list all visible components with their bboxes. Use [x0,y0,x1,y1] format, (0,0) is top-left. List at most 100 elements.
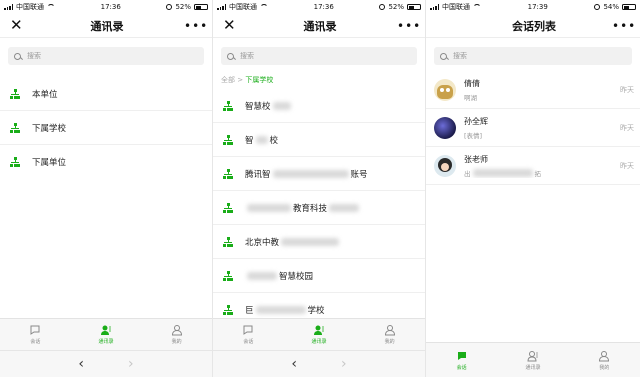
alarm-icon [166,4,173,10]
tab-label: 会话 [456,364,467,371]
search-input[interactable]: 搜索 [434,47,632,65]
chat-item[interactable]: 孙全辉 [表情] 昨天 [426,109,640,147]
school-name-start: 腾讯智 [245,169,271,180]
breadcrumb-separator: > [237,76,244,84]
browser-toolbar: ‹ › [213,350,425,377]
search-placeholder: 搜索 [27,52,41,60]
back-arrow-icon[interactable]: ‹ [78,356,84,372]
redacted-text [247,203,291,212]
redacted-text [272,101,291,110]
school-item[interactable]: 智校 [213,123,425,157]
org-item-sub-schools[interactable]: 下属学校 [0,111,212,145]
chat-last-message: 出拓 [464,168,612,178]
org-item-label: 下属学校 [32,123,67,134]
tab-label: 通讯录 [525,364,541,371]
status-bar: 中国联通 17:36 52% [0,0,212,14]
signal-icon [430,4,439,10]
search-input[interactable]: 搜索 [8,47,204,65]
signal-icon [4,4,13,10]
page-title: 通讯录 [90,19,124,33]
tab-contacts[interactable]: 通讯录 [71,319,142,350]
breadcrumb: 全部 > 下属学校 [213,71,425,89]
chat-contact-name: 张老师 [464,154,488,164]
school-name-start: 巨 [245,305,254,316]
nav-bar: ✕ 通讯录 ••• [0,14,212,38]
status-bar: 中国联通 17:36 52% [213,0,425,14]
org-tree-icon [223,134,233,145]
org-item-label: 本单位 [32,89,58,100]
nav-bar: ✕ 通讯录 ••• [213,14,425,38]
redacted-text [255,135,268,144]
forward-arrow-icon[interactable]: › [341,356,347,372]
school-item[interactable]: 北京中教 [213,225,425,259]
person-icon [171,325,182,336]
school-item[interactable]: 智慧校园 [213,259,425,293]
chat-last-message: 啊湖 [464,93,477,102]
battery-percent: 52% [175,3,191,11]
chat-time: 昨天 [620,161,634,170]
alarm-icon [379,4,386,10]
tab-chats[interactable]: 会话 [213,319,284,350]
school-name-end: 学校 [307,305,325,316]
avatar [434,78,456,101]
school-name-start: 智慧校 [245,101,271,112]
org-item-own-unit[interactable]: 本单位 [0,77,212,111]
more-icon[interactable]: ••• [184,20,207,32]
tab-profile[interactable]: 我的 [354,319,425,350]
person-icon [384,325,395,336]
chat-time: 昨天 [620,85,634,94]
status-time: 17:39 [527,3,548,11]
chat-time: 昨天 [620,123,634,132]
phone-screen-chat-list: 中国联通 17:39 54% 会话列表 ••• 搜索 倩倩 啊湖 昨天 孙全辉 … [426,0,640,377]
search-icon [440,52,447,60]
close-icon[interactable]: ✕ [10,18,30,33]
phone-screen-contacts-root: 中国联通 17:36 52% ✕ 通讯录 ••• 搜索 本单位 下属学校 下属单… [0,0,213,377]
tab-label: 会话 [243,339,254,345]
org-tree-icon [10,88,20,99]
more-icon[interactable]: ••• [397,20,420,32]
contacts-icon [101,325,111,335]
message-start: 出 [464,169,471,178]
status-bar: 中国联通 17:39 54% [426,0,640,14]
school-name-start: 北京中教 [245,237,280,248]
tab-profile[interactable]: 我的 [569,343,640,377]
breadcrumb-root[interactable]: 全部 [221,76,235,84]
search-icon [14,52,21,60]
chat-item[interactable]: 张老师 出拓 昨天 [426,147,640,185]
message-end: 拓 [534,169,542,178]
back-arrow-icon[interactable]: ‹ [291,356,297,372]
contacts-icon [527,350,538,361]
avatar [434,154,456,177]
school-item[interactable]: 腾讯智 账号 [213,157,425,191]
chat-item[interactable]: 倩倩 啊湖 昨天 [426,71,640,109]
search-placeholder: 搜索 [240,52,254,60]
forward-arrow-icon[interactable]: › [128,356,134,372]
page-title: 会话列表 [512,19,556,33]
tab-contacts[interactable]: 通讯录 [284,319,355,350]
chat-contact-name: 孙全辉 [464,116,488,126]
tab-label: 我的 [384,339,395,345]
tab-chats[interactable]: 会话 [426,343,497,377]
org-tree-icon [223,202,233,213]
redacted-text [329,203,360,212]
school-item[interactable]: 教育科技 [213,191,425,225]
tab-profile[interactable]: 我的 [141,319,212,350]
school-name-end: 智慧校园 [279,271,314,282]
contacts-icon [314,325,324,335]
search-input[interactable]: 搜索 [221,47,417,65]
status-time: 17:36 [313,3,334,11]
redacted-text [281,237,340,246]
school-name-start: 智 [245,135,254,146]
org-tree-icon [223,236,233,247]
tab-contacts[interactable]: 通讯录 [497,343,568,377]
org-tree-icon [223,100,233,111]
org-item-sub-units[interactable]: 下属单位 [0,145,212,179]
tab-chats[interactable]: 会话 [0,319,71,350]
person-icon [599,350,610,361]
more-icon[interactable]: ••• [612,20,635,32]
school-item[interactable]: 智慧校 [213,89,425,123]
carrier-label: 中国联通 [16,3,44,11]
org-tree-icon [223,270,233,281]
avatar [434,116,456,139]
close-icon[interactable]: ✕ [223,18,243,33]
